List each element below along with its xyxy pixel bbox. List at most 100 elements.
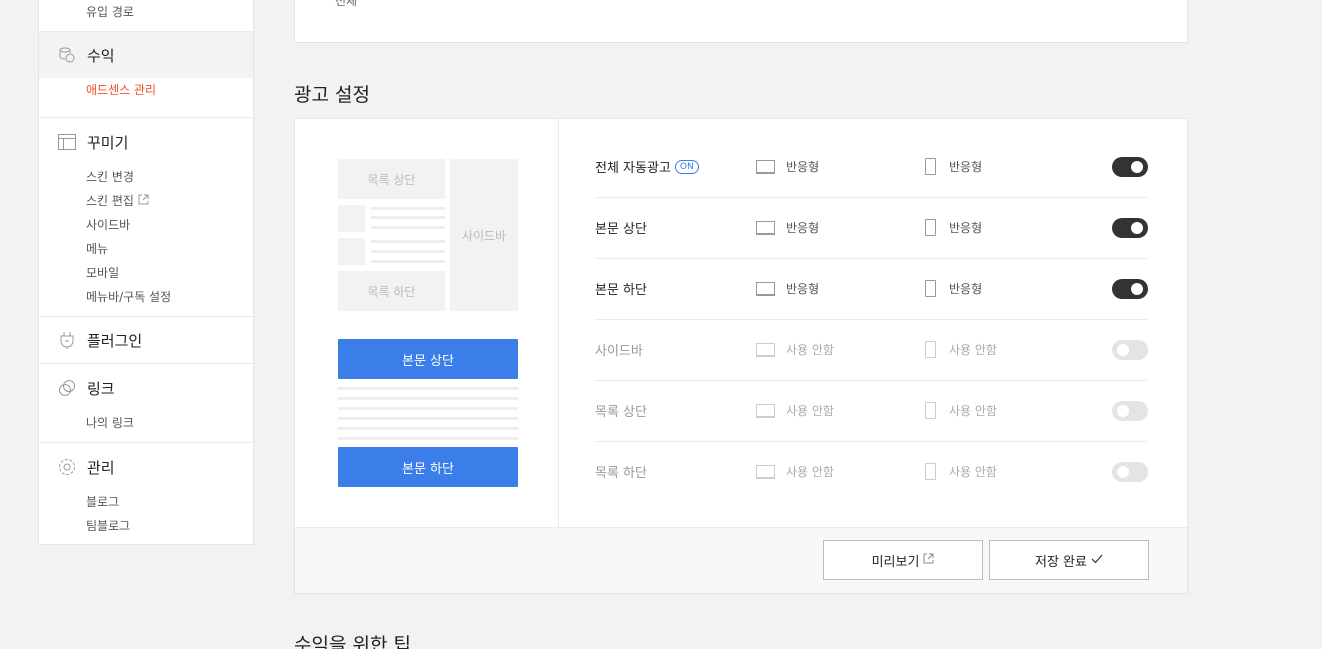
phone-icon (925, 402, 936, 419)
preview-line (371, 226, 445, 229)
ad-toggle[interactable] (1112, 340, 1148, 360)
sidebar-item-label: 스킨 편집 (86, 194, 134, 208)
toggle-knob (1131, 222, 1143, 234)
sidebar-title-revenue: 수익 (87, 46, 115, 65)
sidebar-title-plugin: 플러그인 (87, 331, 143, 350)
ad-row-list-bottom: 목록 하단 사용 안함 사용 안함 (595, 442, 1148, 503)
ad-toggle[interactable] (1112, 462, 1148, 482)
mobile-setting[interactable]: 반응형 (925, 280, 982, 297)
mobile-setting[interactable]: 반응형 (925, 219, 982, 236)
laptop-icon (756, 159, 775, 174)
ad-row-auto: 전체 자동광고 ON 반응형 반응형 (595, 137, 1148, 198)
preview-list-bottom: 목록 하단 (338, 271, 445, 311)
preview-body-top: 본문 상단 (338, 339, 518, 379)
coins-icon (57, 45, 77, 65)
check-icon (1091, 553, 1103, 568)
ad-slot-list: 전체 자동광고 ON 반응형 반응형 본문 상단 반응형 반응형 본문 하단 반… (595, 137, 1148, 503)
mobile-value: 사용 안함 (949, 343, 997, 357)
ad-settings-title: 광고 설정 (294, 84, 370, 106)
mobile-value: 반응형 (949, 282, 983, 296)
save-button[interactable]: 저장 완료 (989, 540, 1149, 580)
plug-icon (57, 330, 77, 350)
pc-setting[interactable]: 반응형 (756, 280, 819, 297)
preview-thumb (338, 238, 365, 265)
sidebar-header-link[interactable]: 링크 (39, 365, 253, 411)
mobile-setting[interactable]: 사용 안함 (925, 402, 997, 419)
sidebar-title-decorate: 꾸미기 (87, 133, 129, 152)
ad-row-name: 전체 자동광고 ON (595, 157, 699, 176)
laptop-icon (756, 403, 775, 418)
sidebar-item-my-link[interactable]: 나의 링크 (39, 411, 253, 435)
phone-icon (925, 341, 936, 358)
toggle-knob (1131, 283, 1143, 295)
sidebar-section-plugin: 플러그인 (39, 317, 253, 363)
preview-line (338, 427, 518, 430)
sidebar-section-revenue: 수익 애드센스 관리 (39, 32, 253, 102)
layout-icon (57, 132, 77, 152)
sidebar-item-blog[interactable]: 블로그 (39, 490, 253, 514)
preview-line (338, 417, 518, 420)
preview-list-top: 목록 상단 (338, 159, 445, 199)
sidebar-item-adsense[interactable]: 애드센스 관리 (39, 78, 253, 102)
ad-toggle[interactable] (1112, 157, 1148, 177)
laptop-icon (756, 342, 775, 357)
ad-toggle[interactable] (1112, 279, 1148, 299)
sidebar-section-manage: 관리 블로그 팀블로그 (39, 444, 253, 538)
panel-footer: 미리보기 저장 완료 (295, 527, 1187, 593)
pc-value: 반응형 (786, 282, 820, 296)
sidebar-item-menubar[interactable]: 메뉴바/구독 설정 (39, 285, 253, 309)
sidebar-item-referrer[interactable]: 유입 경로 (86, 3, 134, 20)
sidebar-header-decorate[interactable]: 꾸미기 (39, 119, 253, 165)
sidebar-header-plugin[interactable]: 플러그인 (39, 317, 253, 363)
mobile-value: 반응형 (949, 221, 983, 235)
preview-line (338, 397, 518, 400)
pc-setting[interactable]: 사용 안함 (756, 341, 834, 358)
pc-setting[interactable]: 사용 안함 (756, 402, 834, 419)
sidebar-title-link: 링크 (87, 379, 115, 398)
phone-icon (925, 158, 936, 175)
preview-line (371, 216, 445, 219)
sidebar-item-sidebar[interactable]: 사이드바 (39, 213, 253, 237)
laptop-icon (756, 281, 775, 296)
phone-icon (925, 463, 936, 480)
preview-button[interactable]: 미리보기 (823, 540, 983, 580)
pc-value: 반응형 (786, 221, 820, 235)
sidebar: 유입 경로 수익 애드센스 관리 꾸미기 스킨 변경 스킨 편집 사이드바 메뉴… (38, 0, 254, 545)
laptop-icon (756, 464, 775, 479)
sidebar-header-revenue[interactable]: 수익 (39, 32, 253, 78)
link-icon (57, 378, 77, 398)
pc-setting[interactable]: 사용 안함 (756, 463, 834, 480)
divider (39, 442, 253, 443)
sidebar-item-skin-change[interactable]: 스킨 변경 (39, 165, 253, 189)
external-link-icon (923, 553, 934, 568)
mobile-setting[interactable]: 사용 안함 (925, 463, 997, 480)
ad-toggle[interactable] (1112, 218, 1148, 238)
save-button-label: 저장 완료 (1035, 554, 1087, 570)
mobile-value: 반응형 (949, 160, 983, 174)
phone-icon (925, 219, 936, 236)
ad-row-body-bottom: 본문 하단 반응형 반응형 (595, 259, 1148, 320)
mobile-setting[interactable]: 사용 안함 (925, 341, 997, 358)
sidebar-header-manage[interactable]: 관리 (39, 444, 253, 490)
sidebar-item-skin-edit[interactable]: 스킨 편집 (39, 189, 253, 213)
sidebar-item-menu[interactable]: 메뉴 (39, 237, 253, 261)
ad-row-name: 사이드바 (595, 344, 643, 359)
preview-line (371, 207, 445, 210)
pc-setting[interactable]: 반응형 (756, 158, 819, 175)
pc-value: 반응형 (786, 160, 820, 174)
mobile-value: 사용 안함 (949, 404, 997, 418)
sidebar-item-team-blog[interactable]: 팀블로그 (39, 514, 253, 538)
toggle-knob (1117, 466, 1129, 478)
tips-title: 수익을 위한 팁 (294, 634, 411, 649)
on-badge: ON (674, 159, 699, 174)
phone-icon (925, 280, 936, 297)
pc-value: 사용 안함 (786, 465, 834, 479)
sidebar-section-link: 링크 나의 링크 (39, 365, 253, 435)
pc-setting[interactable]: 반응형 (756, 219, 819, 236)
ad-settings-panel: 목록 상단 사이드바 목록 하단 본문 상단 본문 하단 전체 자동광고 ON … (294, 118, 1188, 594)
mobile-setting[interactable]: 반응형 (925, 158, 982, 175)
ad-toggle[interactable] (1112, 401, 1148, 421)
preview-line (338, 387, 518, 390)
sidebar-section-decorate: 꾸미기 스킨 변경 스킨 편집 사이드바 메뉴 모바일 메뉴바/구독 설정 (39, 119, 253, 309)
sidebar-item-mobile[interactable]: 모바일 (39, 261, 253, 285)
